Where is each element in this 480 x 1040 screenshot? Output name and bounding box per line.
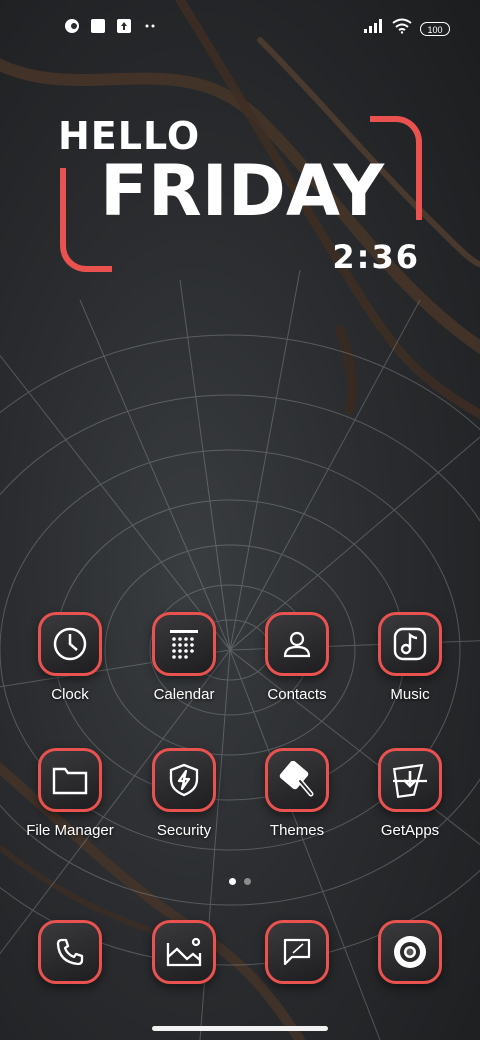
- camera-icon: [394, 936, 426, 968]
- page-dot-2[interactable]: [244, 878, 251, 885]
- app-label: GetApps: [380, 822, 440, 839]
- app-security[interactable]: Security: [128, 748, 240, 839]
- app-contacts[interactable]: Contacts: [241, 612, 353, 703]
- square-notification-icon: [90, 18, 106, 34]
- status-bar: 100: [0, 0, 480, 56]
- widget-time: 2:36: [332, 238, 420, 276]
- app-music[interactable]: Music: [354, 612, 466, 703]
- app-label: Themes: [269, 822, 325, 839]
- dock-gallery[interactable]: [128, 920, 240, 984]
- contacts-icon: [283, 631, 311, 658]
- app-label: Security: [156, 822, 212, 839]
- dock-icon-gallery[interactable]: [152, 920, 216, 984]
- folder-icon: [52, 767, 88, 795]
- app-notification-icon: [64, 18, 80, 34]
- app-getapps[interactable]: GetApps: [354, 748, 466, 839]
- app-icon-file-manager[interactable]: [38, 748, 102, 812]
- app-file-manager[interactable]: File Manager: [14, 748, 126, 839]
- phone-icon: [56, 938, 84, 966]
- dock-icon-camera[interactable]: [378, 920, 442, 984]
- app-icon-getapps[interactable]: [378, 748, 442, 812]
- wifi-icon: [392, 18, 412, 39]
- dock-icon-messages[interactable]: [265, 920, 329, 984]
- app-label: Contacts: [267, 686, 327, 703]
- gallery-icon: [166, 937, 202, 967]
- calendar-icon: [170, 630, 198, 659]
- dock-camera[interactable]: [354, 920, 466, 984]
- app-icon-clock[interactable]: [38, 612, 102, 676]
- home-indicator[interactable]: [152, 1026, 328, 1031]
- dock-phone[interactable]: [14, 920, 126, 984]
- music-icon: [393, 627, 427, 661]
- hello-day-widget[interactable]: HELLO FRIDAY 2:36: [56, 110, 436, 280]
- app-clock[interactable]: Clock: [14, 612, 126, 703]
- clock-icon: [53, 627, 87, 661]
- app-calendar[interactable]: Calendar: [128, 612, 240, 703]
- app-label: Music: [390, 686, 430, 703]
- page-dot-1[interactable]: [229, 878, 236, 885]
- app-icon-themes[interactable]: [265, 748, 329, 812]
- widget-day: FRIDAY: [100, 150, 385, 232]
- upload-notification-icon: [116, 18, 132, 34]
- app-label: File Manager: [26, 822, 114, 839]
- app-icon-calendar[interactable]: [152, 612, 216, 676]
- app-icon-security[interactable]: [152, 748, 216, 812]
- messages-icon: [283, 938, 311, 966]
- shield-icon: [169, 763, 199, 797]
- battery-icon: 100: [420, 21, 450, 36]
- page-indicator: [0, 878, 480, 885]
- brush-icon: [279, 761, 314, 797]
- signal-icon: [364, 19, 384, 38]
- getapps-icon: [392, 763, 427, 799]
- more-notifications-icon: [142, 18, 158, 34]
- dock-icon-phone[interactable]: [38, 920, 102, 984]
- app-icon-music[interactable]: [378, 612, 442, 676]
- notification-icons: [64, 18, 158, 34]
- app-themes[interactable]: Themes: [241, 748, 353, 839]
- app-icon-contacts[interactable]: [265, 612, 329, 676]
- app-label: Clock: [51, 686, 89, 703]
- dock-messages[interactable]: [241, 920, 353, 984]
- app-label: Calendar: [153, 686, 215, 703]
